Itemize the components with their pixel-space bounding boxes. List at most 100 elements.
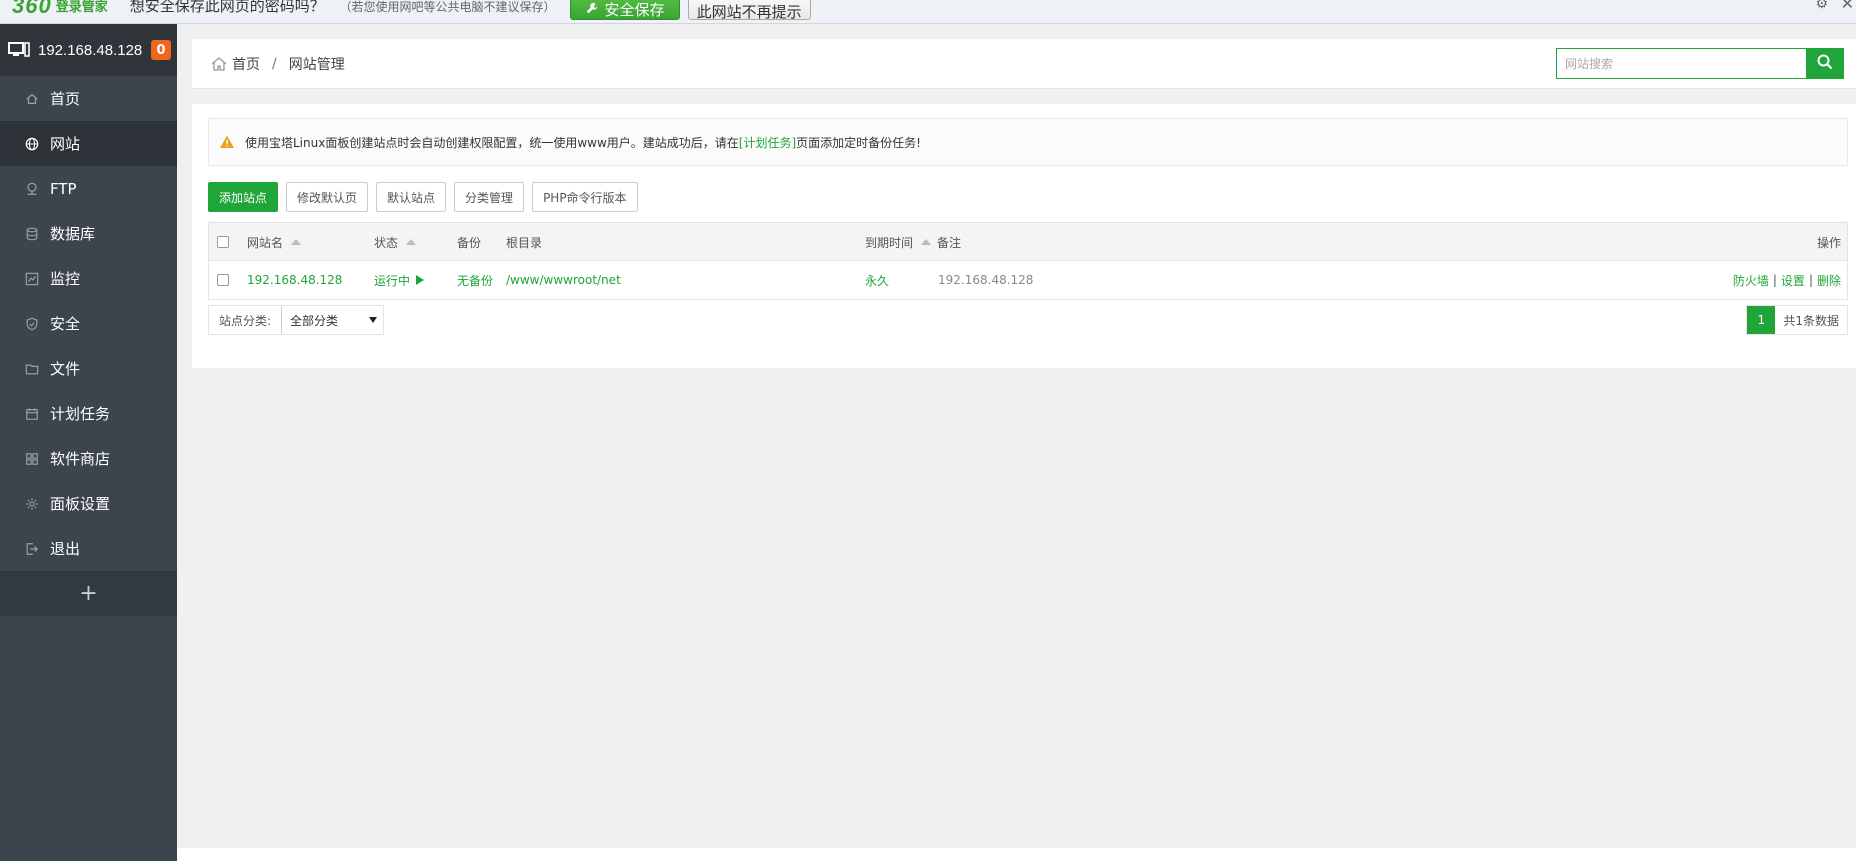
globe-icon — [24, 136, 40, 152]
header-status[interactable]: 状态 — [374, 223, 417, 261]
header-actions: 操作 — [1816, 235, 1841, 250]
row-checkbox[interactable] — [217, 274, 229, 286]
breadcrumb: 首页 / 网站管理 — [210, 54, 345, 74]
never-remind-button[interactable]: 此网站不再提示 — [687, 0, 811, 21]
sites-table: 网站名 状态 备份 根目录 到期时间 备注 操作 192.168.48.128 … — [208, 222, 1848, 300]
sidebar-item-label: 监控 — [50, 270, 81, 288]
home-icon — [24, 91, 40, 107]
question-note: （若您使用网吧等公共电脑不建议保存） — [339, 0, 556, 14]
category-value: 全部分类 — [290, 313, 339, 328]
cron-task-link[interactable]: [计划任务] — [739, 134, 796, 151]
breadcrumb-bar: 首页 / 网站管理 — [192, 39, 1856, 89]
sidebar-item-store[interactable]: 软件商店 — [0, 436, 177, 481]
search-input[interactable] — [1556, 48, 1806, 79]
category-filter: 站点分类: 全部分类 — [208, 305, 384, 335]
edit-default-page-button[interactable]: 修改默认页 — [286, 182, 369, 212]
header-root: 根目录 — [506, 235, 543, 250]
sidebar-item-website[interactable]: 网站 — [0, 121, 177, 166]
question-text: 想安全保存此网页的密码吗？ — [129, 0, 325, 15]
table-header: 网站名 状态 备份 根目录 到期时间 备注 操作 — [209, 223, 1847, 261]
php-cli-version-button[interactable]: PHP命令行版本 — [532, 182, 638, 212]
sort-icon — [921, 239, 932, 245]
delete-link[interactable]: 删除 — [1817, 272, 1841, 289]
gear-icon — [24, 496, 40, 512]
category-select[interactable]: 全部分类 — [281, 306, 383, 334]
close-icon[interactable]: ✕ — [1841, 0, 1854, 13]
add-site-button[interactable]: 添加站点 — [208, 182, 279, 212]
sidebar-item-logout[interactable]: 退出 — [0, 526, 177, 571]
row-select-cell — [217, 261, 229, 299]
monitor-chart-icon — [24, 271, 40, 287]
site-name-link[interactable]: 192.168.48.128 — [247, 261, 342, 299]
sidebar-item-cron[interactable]: 计划任务 — [0, 391, 177, 436]
header-remark: 备注 — [937, 235, 962, 250]
shield-icon — [24, 316, 40, 332]
action-divider: | — [1772, 273, 1777, 287]
server-icon — [8, 42, 30, 58]
breadcrumb-home[interactable]: 首页 — [232, 54, 260, 74]
warning-icon — [219, 134, 235, 150]
page-current[interactable]: 1 — [1747, 306, 1776, 334]
search-button[interactable] — [1806, 48, 1844, 79]
calendar-icon — [24, 406, 40, 422]
safe-save-button[interactable]: 安全保存 — [569, 0, 680, 20]
header-name[interactable]: 网站名 — [247, 223, 302, 261]
notice-text-end: 页面添加定时备份任务! — [796, 135, 921, 150]
select-all-cell — [217, 223, 229, 261]
sidebar-item-label: FTP — [50, 179, 77, 198]
database-icon — [24, 226, 40, 242]
table-footer: 站点分类: 全部分类 1 共1条数据 — [208, 305, 1848, 335]
sort-icon — [406, 239, 417, 245]
header-expire-label: 到期时间 — [865, 235, 914, 250]
sidebar-item-security[interactable]: 安全 — [0, 301, 177, 346]
toolbar: 添加站点 修改默认页 默认站点 分类管理 PHP命令行版本 — [208, 182, 638, 212]
status-label: 运行中 — [374, 273, 411, 288]
sidebar-item-label: 数据库 — [50, 225, 96, 243]
sidebar-item-settings[interactable]: 面板设置 — [0, 481, 177, 526]
search-icon — [1817, 54, 1833, 74]
default-site-button[interactable]: 默认站点 — [376, 182, 447, 212]
sidebar-item-label: 网站 — [50, 135, 81, 153]
site-remark[interactable]: 192.168.48.128 — [938, 261, 1033, 299]
sidebar-item-home[interactable]: 首页 — [0, 76, 177, 121]
notification-badge[interactable]: 0 — [151, 40, 171, 60]
firewall-link[interactable]: 防火墙 — [1733, 272, 1769, 289]
apps-grid-icon — [24, 451, 40, 467]
site-expire-link[interactable]: 永久 — [865, 261, 889, 299]
360-logo: 360 登录管家 — [12, 0, 108, 19]
logo-number: 360 — [12, 0, 52, 18]
site-status[interactable]: 运行中 — [374, 261, 425, 299]
sidebar-item-ftp[interactable]: FTP — [0, 166, 177, 211]
table-row: 192.168.48.128 运行中 无备份 /www/wwwroot/net … — [209, 261, 1847, 299]
select-all-checkbox[interactable] — [217, 236, 229, 248]
pagination: 1 共1条数据 — [1746, 305, 1848, 335]
folder-icon — [24, 361, 40, 377]
play-icon — [416, 275, 425, 285]
sidebar-item-label: 文件 — [50, 360, 81, 378]
sidebar-item-monitor[interactable]: 监控 — [0, 256, 177, 301]
home-icon — [210, 55, 228, 73]
site-backup-link[interactable]: 无备份 — [457, 261, 493, 299]
bottom-strip — [177, 848, 1856, 861]
row-actions: 防火墙 | 设置 | 删除 — [1733, 261, 1841, 299]
breadcrumb-separator: / — [272, 55, 277, 72]
sidebar-header: 192.168.48.128 0 — [0, 24, 177, 76]
server-ip: 192.168.48.128 — [38, 41, 143, 59]
gear-icon[interactable]: ⚙ — [1815, 0, 1828, 12]
header-expire[interactable]: 到期时间 — [865, 223, 932, 261]
header-backup: 备份 — [457, 235, 482, 250]
info-notice: 使用宝塔Linux面板创建站点时会自动创建权限配置，统一使用www用户。建站成功… — [208, 118, 1848, 166]
site-root-link[interactable]: /www/wwwroot/net — [506, 261, 621, 299]
sidebar: 192.168.48.128 0 首页 网站 FTP 数据库 监控 安全 文件 … — [0, 24, 177, 861]
settings-link[interactable]: 设置 — [1781, 272, 1805, 289]
sort-icon — [291, 239, 302, 245]
chevron-down-icon — [369, 317, 377, 323]
ftp-icon — [24, 181, 40, 197]
site-search — [1556, 48, 1844, 79]
category-label: 站点分类: — [219, 313, 272, 328]
category-manage-button[interactable]: 分类管理 — [454, 182, 525, 212]
sidebar-item-files[interactable]: 文件 — [0, 346, 177, 391]
sidebar-item-database[interactable]: 数据库 — [0, 211, 177, 256]
save-password-question: 想安全保存此网页的密码吗？ （若您使用网吧等公共电脑不建议保存） — [130, 0, 556, 16]
add-shortcut-button[interactable]: + — [0, 571, 177, 616]
